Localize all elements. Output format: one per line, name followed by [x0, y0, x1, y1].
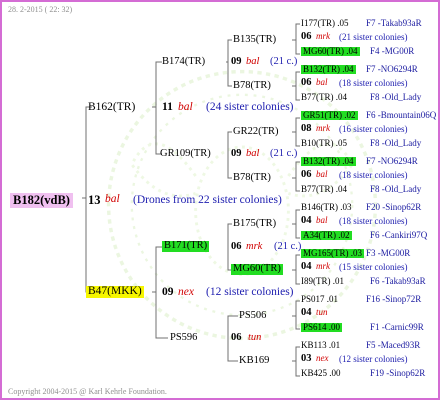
- print-date: 28. 2-2015 ( 22: 32): [8, 5, 73, 14]
- gen3-node-name[interactable]: B135(TR): [233, 34, 276, 46]
- gen3-node-name[interactable]: B78(TR): [233, 172, 271, 184]
- gen4-note: (18 sister colonies): [339, 216, 408, 226]
- gen4-ancestor-bottom[interactable]: A34(TR) .02: [301, 231, 352, 240]
- gen4-ancestor-bottom[interactable]: PS614 .00: [301, 323, 343, 332]
- gen4-race: bal: [316, 215, 328, 225]
- gen4-race: nex: [316, 353, 329, 363]
- root-drone-note: (Drones from 22 sister colonies): [133, 194, 282, 206]
- gen4-race: bal: [316, 77, 328, 87]
- gen1-dam-year: 09: [162, 286, 174, 298]
- gen4-ancestor-bottom-source: F1 -Carnic99R: [370, 322, 424, 332]
- gen1-dam-race: nex: [178, 286, 194, 298]
- gen4-ancestor-bottom-source: F6 -Cankiri97Q: [370, 230, 428, 240]
- gen4-note: (12 sister colonies): [339, 354, 408, 364]
- gen4-ancestor-top[interactable]: MG165(TR) .03: [301, 249, 364, 258]
- gen2-node-race: bal: [246, 56, 260, 67]
- gen4-ancestor-top-source: F7 -NO6294R: [366, 64, 418, 74]
- root-year: 13: [88, 193, 101, 207]
- gen3-node-name[interactable]: GR22(TR): [233, 126, 279, 138]
- pedigree-frame: 28. 2-2015 ( 22: 32) B182(vdB) 13 bal (D…: [0, 0, 440, 400]
- gen2-node-race: mrk: [246, 241, 263, 252]
- gen2-node-year: 09: [231, 148, 242, 159]
- gen4-ancestor-top[interactable]: B132(TR) .04: [301, 65, 356, 74]
- gen4-race: tun: [316, 307, 328, 317]
- gen4-ancestor-bottom-source: F8 -Old_Lady: [370, 92, 422, 102]
- gen4-race: mrk: [316, 31, 330, 41]
- gen4-ancestor-bottom[interactable]: KB425 .00: [301, 369, 341, 378]
- gen3-node-name[interactable]: KB169: [239, 355, 269, 367]
- gen4-note: (18 sister colonies): [339, 78, 408, 88]
- gen4-race: mrk: [316, 261, 330, 271]
- gen4-ancestor-bottom-source: F19 -Sinop62R: [370, 368, 426, 378]
- gen4-year: 06: [301, 77, 312, 88]
- gen1-dam-name[interactable]: B47(MKK): [86, 285, 144, 298]
- gen4-ancestor-bottom[interactable]: B77(TR) .04: [301, 185, 347, 194]
- gen3-node-name[interactable]: B78(TR): [233, 80, 271, 92]
- gen4-year: 04: [301, 261, 312, 272]
- gen2-node-note: (21 c.): [274, 241, 302, 252]
- gen4-ancestor-top-source: F6 -Bmountain06Q: [366, 110, 437, 120]
- gen2-node-year: 09: [231, 56, 242, 67]
- gen4-note: (15 sister colonies): [339, 262, 408, 272]
- gen1-dam-note: (12 sister colonies): [206, 286, 294, 298]
- gen1-sire-name[interactable]: B162(TR): [88, 101, 135, 114]
- gen4-ancestor-top[interactable]: B132(TR) .04: [301, 157, 356, 166]
- gen4-ancestor-bottom-source: F8 -Old_Lady: [370, 138, 422, 148]
- gen1-sire-race: bal: [178, 101, 193, 113]
- gen4-ancestor-top-source: F7 -Takab93aR: [366, 18, 422, 28]
- gen4-ancestor-top[interactable]: B146(TR) .03: [301, 203, 352, 212]
- gen4-ancestor-top[interactable]: GR51(TR) .02: [301, 111, 358, 120]
- gen3-node-name[interactable]: PS506: [239, 310, 266, 322]
- gen4-ancestor-top-source: F16 -Sinop72R: [366, 294, 422, 304]
- gen4-year: 08: [301, 123, 312, 134]
- gen2-node-note: (21 c.): [270, 56, 298, 67]
- gen4-year: 06: [301, 169, 312, 180]
- gen4-note: (21 sister colonies): [339, 32, 408, 42]
- gen2-node-year: 06: [231, 332, 242, 343]
- gen4-year: 04: [301, 215, 312, 226]
- gen4-ancestor-top[interactable]: I177(TR) .05: [301, 19, 349, 28]
- gen4-race: bal: [316, 169, 328, 179]
- gen4-year: 03: [301, 353, 312, 364]
- root-race: bal: [105, 193, 120, 205]
- gen2-node-name[interactable]: PS596: [170, 332, 197, 344]
- gen4-ancestor-top[interactable]: KB113 .01: [301, 341, 340, 350]
- gen2-node-year: 06: [231, 241, 242, 252]
- gen4-note: (16 sister colonies): [339, 124, 408, 134]
- gen4-year: 04: [301, 307, 312, 318]
- gen4-year: 06: [301, 31, 312, 42]
- gen4-ancestor-top-source: F5 -Maced93R: [366, 340, 421, 350]
- gen2-node-name[interactable]: B171(TR): [162, 240, 210, 252]
- gen4-ancestor-bottom[interactable]: MG60(TR) .04: [301, 47, 360, 56]
- gen2-node-race: bal: [246, 148, 260, 159]
- gen4-ancestor-top-source: F3 -MG00R: [366, 248, 411, 258]
- gen4-ancestor-top-source: F7 -NO6294R: [366, 156, 418, 166]
- gen4-ancestor-bottom[interactable]: I89(TR) .01: [301, 277, 344, 286]
- gen3-node-name[interactable]: MG60(TR): [231, 263, 283, 275]
- copyright-footer: Copyright 2004-2015 @ Karl Kehrle Founda…: [8, 387, 167, 396]
- gen4-ancestor-bottom-source: F4 -MG00R: [370, 46, 415, 56]
- gen2-node-note: (21 c.): [270, 148, 298, 159]
- gen4-ancestor-bottom[interactable]: B77(TR) .04: [301, 93, 347, 102]
- gen2-node-name[interactable]: B174(TR): [162, 56, 205, 68]
- gen4-ancestor-bottom-source: F8 -Old_Lady: [370, 184, 422, 194]
- gen1-sire-year: 11: [162, 101, 173, 113]
- gen1-sire-note: (24 sister colonies): [206, 101, 294, 113]
- gen4-ancestor-bottom-source: F6 -Takab93aR: [370, 276, 426, 286]
- gen3-node-name[interactable]: B175(TR): [233, 218, 276, 230]
- gen2-node-name[interactable]: GR109(TR): [160, 148, 211, 160]
- gen4-race: mrk: [316, 123, 330, 133]
- gen4-ancestor-top-source: F20 -Sinop62R: [366, 202, 422, 212]
- root-queen-name[interactable]: B182(vdB): [10, 193, 73, 208]
- gen4-ancestor-bottom[interactable]: B10(TR) .05: [301, 139, 347, 148]
- gen4-note: (18 sister colonies): [339, 170, 408, 180]
- gen2-node-race: tun: [248, 332, 262, 343]
- gen4-ancestor-top[interactable]: PS017 .01: [301, 295, 338, 304]
